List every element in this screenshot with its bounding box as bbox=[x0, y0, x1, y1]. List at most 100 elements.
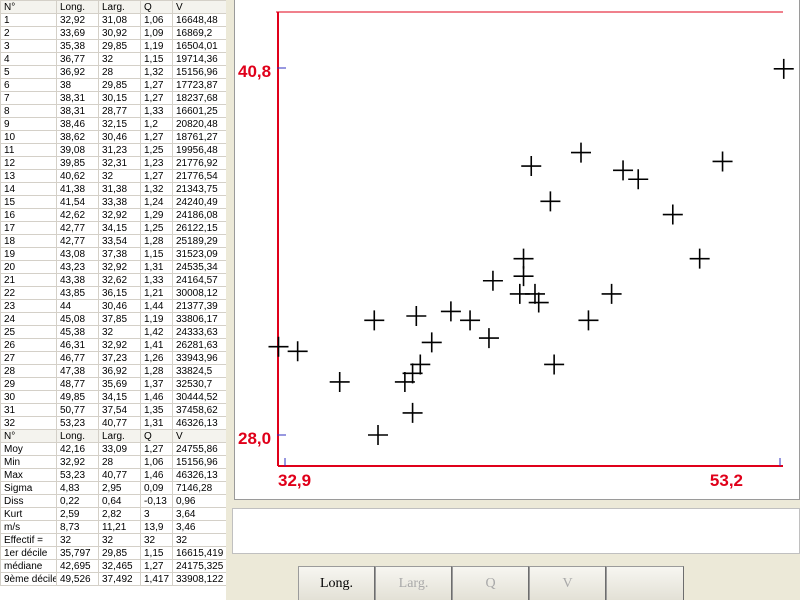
stats-row: Min 32,92 28 1,06 15156,96 bbox=[0, 455, 226, 469]
scatter-point bbox=[712, 151, 733, 172]
table-cell: 26 bbox=[0, 338, 57, 352]
table-cell: 24240,49 bbox=[172, 195, 226, 209]
table-cell: 41,54 bbox=[56, 195, 99, 209]
table-cell: 11,21 bbox=[98, 520, 141, 534]
table-cell: 1,32 bbox=[140, 182, 173, 196]
table-cell: 43,85 bbox=[56, 286, 99, 300]
table-row: 17 42,77 34,15 1,25 26122,15 bbox=[0, 221, 226, 235]
table-cell: 32,465 bbox=[98, 559, 141, 573]
table-cell: 1,35 bbox=[140, 403, 173, 417]
table-row: 12 39,85 32,31 1,23 21776,92 bbox=[0, 156, 226, 170]
table-cell: 24175,325 bbox=[172, 559, 226, 573]
table-cell: 16 bbox=[0, 208, 57, 222]
stats-row: médiane 42,695 32,465 1,27 24175,325 bbox=[0, 559, 226, 573]
table-cell: Kurt bbox=[0, 507, 57, 521]
table-cell: 32 bbox=[56, 533, 99, 547]
variable-toolbar: Long. Larg. Q V bbox=[298, 566, 684, 600]
table-row: 7 38,31 30,15 1,27 18237,68 bbox=[0, 91, 226, 105]
q-button[interactable]: Q bbox=[452, 566, 529, 600]
table-cell: 49,526 bbox=[56, 572, 99, 586]
table-row: 30 49,85 34,15 1,46 30444,52 bbox=[0, 390, 226, 404]
table-cell: 38,31 bbox=[56, 91, 99, 105]
table-cell: 6 bbox=[0, 78, 57, 92]
table-cell: 32530,7 bbox=[172, 377, 226, 391]
table-cell: 33,54 bbox=[98, 234, 141, 248]
scatter-point bbox=[662, 204, 683, 225]
info-panel bbox=[232, 508, 800, 554]
x-axis-max-label: 53,2 bbox=[710, 471, 743, 490]
table-cell: 18761,27 bbox=[172, 130, 226, 144]
larg-button[interactable]: Larg. bbox=[375, 566, 452, 600]
table-cell: 38,31 bbox=[56, 104, 99, 118]
scatter-point bbox=[406, 306, 427, 327]
table-cell: 4 bbox=[0, 52, 57, 66]
table-cell: 8,73 bbox=[56, 520, 99, 534]
table-cell: 50,77 bbox=[56, 403, 99, 417]
plot-area: 40,8 28,0 32,9 53,2 Long. Larg. Q V bbox=[226, 0, 800, 600]
table-cell: médiane bbox=[0, 559, 57, 573]
table-row: 9 38,46 32,15 1,2 20820,48 bbox=[0, 117, 226, 131]
table-row: 8 38,31 28,77 1,33 16601,25 bbox=[0, 104, 226, 118]
table-cell: 1,27 bbox=[140, 442, 173, 456]
table-cell: 3,46 bbox=[172, 520, 226, 534]
table-cell: 22 bbox=[0, 286, 57, 300]
table-cell: 2,59 bbox=[56, 507, 99, 521]
table-cell: 3 bbox=[140, 507, 173, 521]
table-cell: 1,15 bbox=[140, 52, 173, 66]
plot-axes bbox=[276, 11, 783, 467]
table-cell: Q bbox=[140, 0, 173, 14]
scatter-point bbox=[528, 292, 549, 313]
table-cell: 49,85 bbox=[56, 390, 99, 404]
table-cell: Diss bbox=[0, 494, 57, 508]
table-cell: 18237,68 bbox=[172, 91, 226, 105]
table-cell: 28,77 bbox=[98, 104, 141, 118]
table-cell: 32 bbox=[98, 169, 141, 183]
table-cell: 32,92 bbox=[56, 455, 99, 469]
table-cell: 1,25 bbox=[140, 221, 173, 235]
stats-row: m/s 8,73 11,21 13,9 3,46 bbox=[0, 520, 226, 534]
table-cell: 19956,48 bbox=[172, 143, 226, 157]
table-cell: 37,23 bbox=[98, 351, 141, 365]
table-row: 11 39,08 31,23 1,25 19956,48 bbox=[0, 143, 226, 157]
table-cell: 1,417 bbox=[140, 572, 173, 586]
stats-row: Sigma 4,83 2,95 0,09 7146,28 bbox=[0, 481, 226, 495]
table-cell: 1,09 bbox=[140, 26, 173, 40]
table-row: 19 43,08 37,38 1,15 31523,09 bbox=[0, 247, 226, 261]
table-cell: 0,22 bbox=[56, 494, 99, 508]
table-cell: 33,69 bbox=[56, 26, 99, 40]
table-cell: 12 bbox=[0, 156, 57, 170]
table-cell: 16869,2 bbox=[172, 26, 226, 40]
table-cell: 53,23 bbox=[56, 416, 99, 430]
table-cell: 35,69 bbox=[98, 377, 141, 391]
data-table-panel: N° Long. Larg. Q V 1 32,92 31,08 1,06 16648,48 2 33… bbox=[0, 0, 226, 600]
table-cell: 1,31 bbox=[140, 416, 173, 430]
table-cell: 7 bbox=[0, 91, 57, 105]
long-button[interactable]: Long. bbox=[298, 566, 375, 600]
table-cell: -0,13 bbox=[140, 494, 173, 508]
v-button[interactable]: V bbox=[529, 566, 606, 600]
table-cell: 31,38 bbox=[98, 182, 141, 196]
table-cell: 46,31 bbox=[56, 338, 99, 352]
table-cell: 1,31 bbox=[140, 260, 173, 274]
table-cell: 15 bbox=[0, 195, 57, 209]
table-cell: 14 bbox=[0, 182, 57, 196]
table-cell: 15156,96 bbox=[172, 455, 226, 469]
scatter-plot: 40,8 28,0 32,9 53,2 bbox=[238, 11, 794, 490]
table-cell: 1,26 bbox=[140, 351, 173, 365]
table-cell: 30,46 bbox=[98, 299, 141, 313]
table-cell: 1,06 bbox=[140, 13, 173, 27]
table-row: 14 41,38 31,38 1,32 21343,75 bbox=[0, 182, 226, 196]
scatter-point bbox=[478, 328, 499, 349]
stats-row: Max 53,23 40,77 1,46 46326,13 bbox=[0, 468, 226, 482]
table-row: 6 38 29,85 1,27 17723,87 bbox=[0, 78, 226, 92]
table-cell: 2 bbox=[0, 26, 57, 40]
table-cell: 42,16 bbox=[56, 442, 99, 456]
table-row: 16 42,62 32,92 1,29 24186,08 bbox=[0, 208, 226, 222]
table-cell: 9 bbox=[0, 117, 57, 131]
table-cell: Long. bbox=[56, 0, 99, 14]
table-cell: 20 bbox=[0, 260, 57, 274]
table-cell: 29,85 bbox=[98, 78, 141, 92]
table-cell: 32 bbox=[98, 533, 141, 547]
scatter-point bbox=[544, 354, 565, 375]
table-row: 3 35,38 29,85 1,19 16504,01 bbox=[0, 39, 226, 53]
